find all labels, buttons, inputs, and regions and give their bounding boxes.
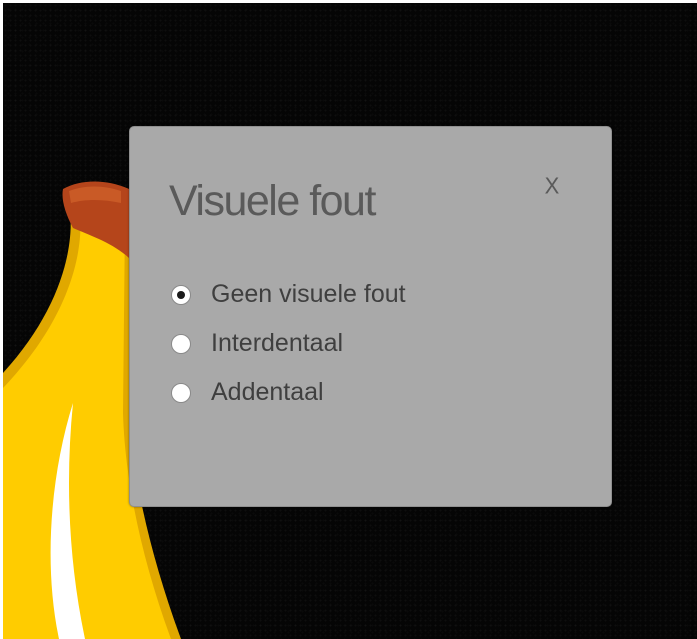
close-button[interactable]: X <box>540 171 564 200</box>
option-label: Geen visuele fout <box>211 280 406 308</box>
background-stage: Visuele fout X Geen visuele fout Interde… <box>3 3 697 639</box>
option-interdentaal[interactable]: Interdentaal <box>171 319 406 368</box>
dialog-title: Visuele fout <box>169 177 376 225</box>
radio-group: Geen visuele fout Interdentaal Addentaal <box>171 270 406 417</box>
option-label: Addentaal <box>211 378 324 406</box>
radio-button-checked[interactable] <box>171 284 191 305</box>
option-addentaal[interactable]: Addentaal <box>171 368 406 417</box>
option-label: Interdentaal <box>211 329 344 357</box>
radio-button[interactable] <box>171 333 191 354</box>
radio-button[interactable] <box>171 382 191 403</box>
option-geen-visuele-fout[interactable]: Geen visuele fout <box>171 270 406 319</box>
visual-error-dialog: Visuele fout X Geen visuele fout Interde… <box>129 126 612 507</box>
